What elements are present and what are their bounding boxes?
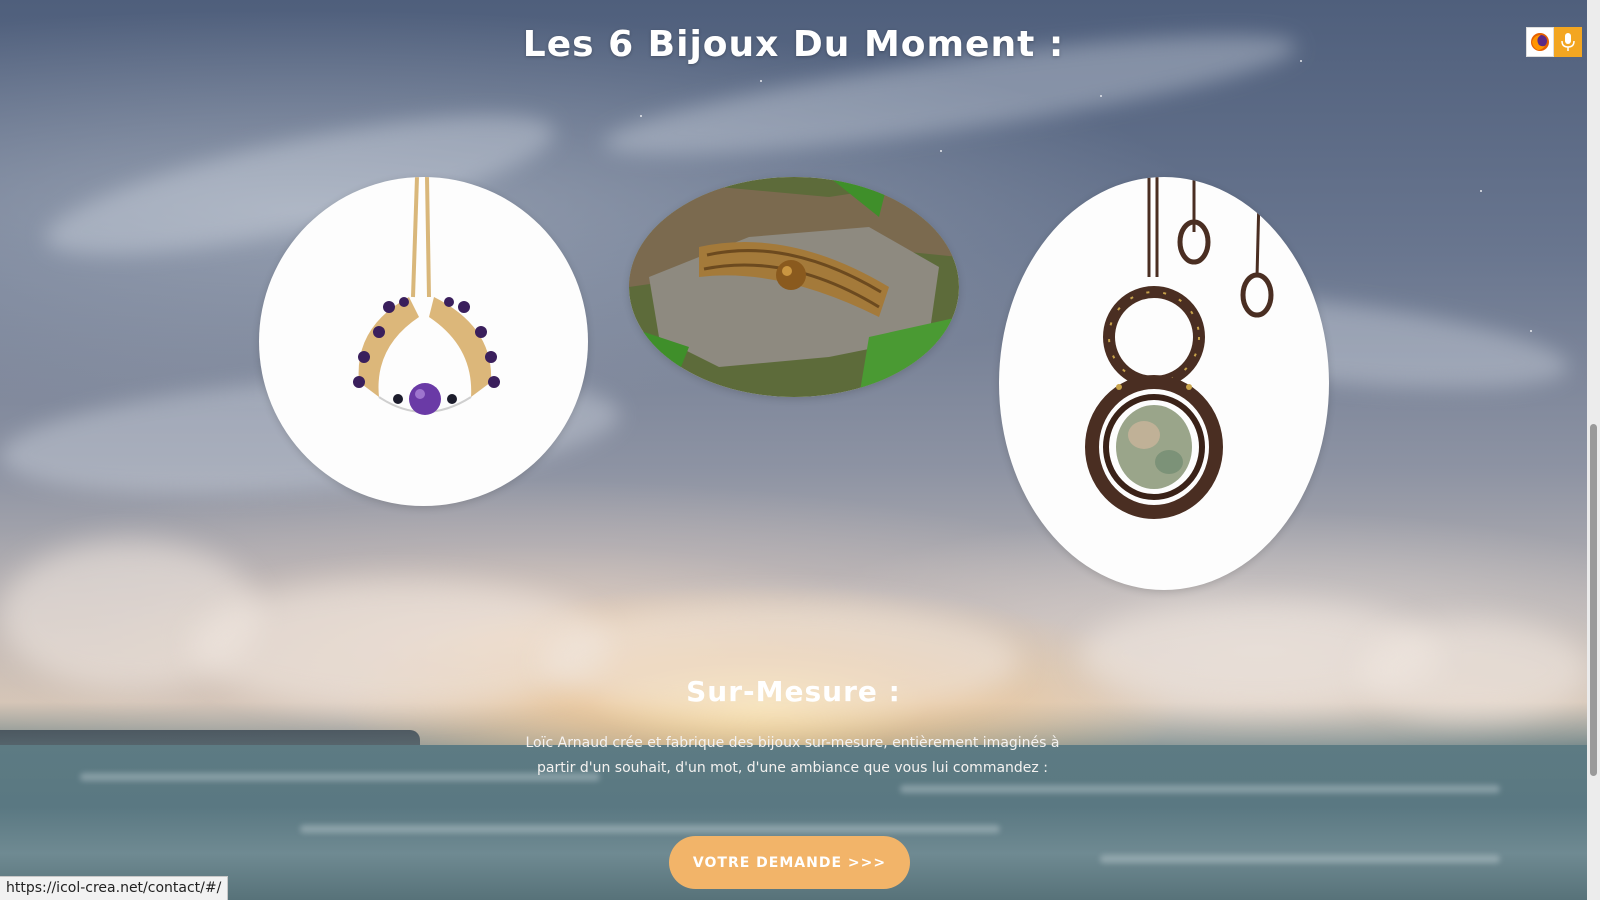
jewel-image-amethyst-necklace[interactable]	[259, 177, 588, 506]
sea-streak	[80, 773, 600, 781]
request-button[interactable]: VOTRE DEMANDE >>>	[669, 836, 910, 889]
sea-streak	[300, 825, 1000, 833]
star	[1530, 330, 1532, 332]
jewel-image-tiger-eye-bracelet[interactable]	[629, 177, 959, 397]
tiger-eye-bracelet-image	[629, 177, 959, 397]
scrollbar-thumb[interactable]	[1590, 424, 1597, 776]
jewel-image-labradorite-pendant[interactable]	[999, 177, 1329, 590]
status-bar-url: https://icol-crea.net/contact/#/	[0, 876, 229, 900]
custom-title: Sur-Mesure :	[686, 675, 901, 708]
amethyst-necklace-image	[353, 177, 500, 415]
sea-streak	[900, 785, 1500, 793]
labradorite-pendant-image	[1085, 177, 1274, 519]
microphone-icon[interactable]	[1554, 27, 1582, 57]
star	[940, 150, 942, 152]
star	[640, 115, 642, 117]
page-background: Les 6 Bijoux Du Moment : Sur-Mesure: Lo…	[0, 0, 1587, 900]
star	[760, 80, 762, 82]
firefox-icon[interactable]	[1526, 27, 1554, 57]
extension-widget[interactable]	[1526, 27, 1582, 57]
sea-streak	[1100, 855, 1500, 863]
star	[1480, 190, 1482, 192]
section-title: Les 6 Bijoux Du Moment :	[522, 24, 1065, 65]
custom-description: Loïc Arnaud crée et fabrique des bijoux …	[525, 735, 1060, 776]
